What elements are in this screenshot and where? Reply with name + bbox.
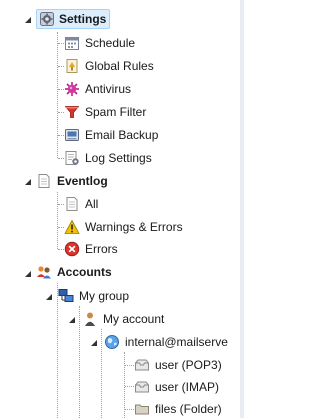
- tree-node-email-backup[interactable]: Email Backup: [64, 124, 158, 146]
- tree-node-label: All: [85, 197, 99, 211]
- calendar-icon: [64, 35, 80, 51]
- tree-line: [125, 365, 134, 366]
- tree-line: [57, 32, 58, 158]
- users-icon: [36, 264, 52, 280]
- gear-icon: [39, 11, 55, 27]
- rules-document-icon: [64, 58, 80, 74]
- tree-node-label: My group: [79, 289, 130, 303]
- virus-icon: [64, 81, 80, 97]
- tree-node-label: Spam Filter: [85, 105, 147, 119]
- navigation-tree[interactable]: Settings Schedule Global Rules Antivirus…: [0, 0, 240, 418]
- collapse-arrow-icon[interactable]: [90, 339, 98, 347]
- tree-node-global-rules[interactable]: Global Rules: [64, 55, 154, 77]
- tree-line: [125, 409, 134, 410]
- tree-node-my-group[interactable]: My group: [58, 285, 129, 307]
- tree-node-all[interactable]: All: [64, 193, 98, 215]
- tree-node-label: Global Rules: [85, 59, 154, 73]
- tree-node-label: Errors: [85, 242, 118, 256]
- tree-node-accounts[interactable]: Accounts: [36, 261, 112, 283]
- mailbox-icon: [134, 357, 150, 373]
- tree-node-mailserver[interactable]: internal@mailserve: [104, 331, 228, 353]
- tree-line: [79, 306, 80, 418]
- tree-node-label: files (Folder): [155, 402, 222, 416]
- tree-node-user-imap[interactable]: user (IMAP): [134, 376, 219, 398]
- collapse-arrow-icon[interactable]: [24, 178, 32, 186]
- tree-node-label: Antivirus: [85, 82, 132, 96]
- tree-node-label: Accounts: [57, 265, 112, 279]
- tree-node-my-account[interactable]: My account: [82, 308, 164, 330]
- globe-icon: [104, 334, 120, 350]
- tree-node-antivirus[interactable]: Antivirus: [64, 78, 131, 100]
- tree-node-label: Email Backup: [85, 128, 159, 142]
- tree-node-label: Settings: [59, 12, 107, 26]
- tree-node-label: user (POP3): [155, 358, 222, 372]
- tree-node-label: Log Settings: [85, 151, 152, 165]
- document-icon: [64, 196, 80, 212]
- tree-line: [101, 329, 102, 418]
- tree-node-label: Eventlog: [57, 174, 108, 188]
- user-icon: [82, 311, 98, 327]
- mailbox-icon: [134, 379, 150, 395]
- collapse-arrow-icon[interactable]: [24, 270, 32, 278]
- network-group-icon: [58, 288, 74, 304]
- tree-line: [57, 192, 58, 249]
- tree-node-schedule[interactable]: Schedule: [64, 32, 135, 54]
- tree-node-spam-filter[interactable]: Spam Filter: [64, 101, 146, 123]
- warning-icon: [64, 219, 80, 235]
- filter-icon: [64, 104, 80, 120]
- document-icon: [36, 173, 52, 189]
- collapse-arrow-icon[interactable]: [68, 316, 76, 324]
- error-icon: [64, 241, 80, 257]
- tree-node-label: My account: [103, 312, 165, 326]
- tree-node-user-pop3[interactable]: user (POP3): [134, 354, 222, 376]
- log-settings-icon: [64, 150, 80, 166]
- tree-node-label: Warnings & Errors: [85, 220, 183, 234]
- collapse-arrow-icon[interactable]: [24, 16, 32, 24]
- tree-line: [125, 386, 134, 387]
- collapse-arrow-icon[interactable]: [45, 293, 53, 301]
- tree-node-errors[interactable]: Errors: [64, 238, 118, 260]
- backup-drive-icon: [64, 127, 80, 143]
- folder-icon: [134, 401, 150, 417]
- tree-node-label: user (IMAP): [155, 380, 220, 394]
- panel-edge: [240, 0, 244, 418]
- tree-node-warnings-errors[interactable]: Warnings & Errors: [64, 216, 183, 238]
- tree-node-log-settings[interactable]: Log Settings: [64, 147, 152, 169]
- tree-node-settings[interactable]: Settings: [33, 8, 111, 30]
- tree-node-label: internal@mailserve: [125, 335, 228, 349]
- tree-node-files-folder[interactable]: files (Folder): [134, 398, 222, 420]
- tree-node-eventlog[interactable]: Eventlog: [36, 170, 108, 192]
- tree-node-label: Schedule: [85, 36, 136, 50]
